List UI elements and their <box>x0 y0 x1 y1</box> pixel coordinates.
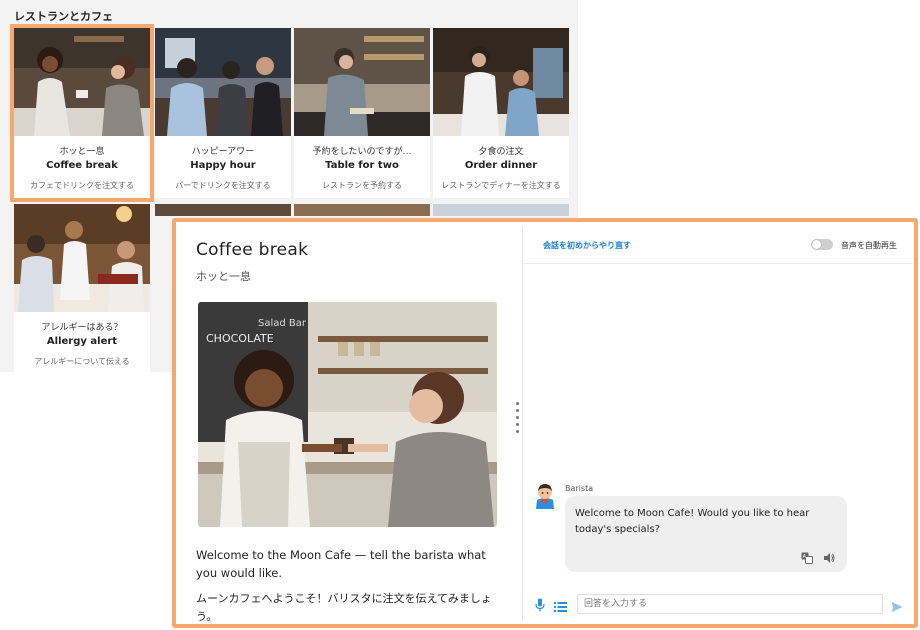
speaker-name: Barista <box>565 484 594 493</box>
card-photo <box>14 204 150 312</box>
chat-message-text: Welcome to Moon Cafe! Would you like to … <box>575 508 810 535</box>
scenario-card-partial[interactable] <box>433 204 569 216</box>
dialog-subtitle: ホッと一息 <box>196 270 251 283</box>
card-title-en: Happy hour <box>190 160 256 171</box>
card-photo <box>155 204 291 216</box>
handle-dot <box>516 423 519 426</box>
card-description: レストランを予約する <box>322 181 402 190</box>
card-photo <box>294 204 430 216</box>
autoplay-audio-toggle[interactable] <box>811 239 833 250</box>
scenario-info-pane: Coffee break ホッと一息 CHOCOLATE Salad Bar W… <box>176 222 514 624</box>
card-photo <box>14 28 150 136</box>
card-description: バーでドリンクを注文する <box>175 181 271 190</box>
card-title-jp: ハッピーアワー <box>191 147 255 157</box>
scenario-card-partial[interactable] <box>155 204 291 216</box>
microphone-icon[interactable] <box>535 597 545 612</box>
dialog-description-jp: ムーンカフェへようこそ！バリスタに注文を伝えてみましょう。 <box>196 592 492 623</box>
list-icon[interactable] <box>554 598 567 612</box>
scenario-card-allergy-alert[interactable]: アレルギーはある？ Allergy alert アレルギーについて伝える <box>14 204 150 372</box>
svg-text:A: A <box>803 554 807 560</box>
scenario-card-order-dinner[interactable]: 夕食の注文 Order dinner レストランでディナーを注文する <box>433 28 569 198</box>
card-description: アレルギーについて伝える <box>34 357 130 366</box>
handle-dot <box>516 402 519 405</box>
pane-resize-handle[interactable] <box>514 402 520 452</box>
toggle-knob <box>812 240 821 249</box>
card-photo <box>433 204 569 216</box>
card-title-jp: 予約をしたいのですが… <box>312 147 412 157</box>
restart-conversation-link[interactable]: 会話を初めからやり直す <box>543 240 631 251</box>
card-title-jp: アレルギーはある？ <box>41 323 123 333</box>
card-title-en: Table for two <box>325 160 399 171</box>
scenario-card-happy-hour[interactable]: ハッピーアワー Happy hour バーでドリンクを注文する <box>155 28 291 198</box>
card-title-jp: ホッと一息 <box>59 147 105 157</box>
chat-input-bar <box>523 590 913 620</box>
svg-text:Salad Bar: Salad Bar <box>258 318 307 329</box>
card-description: レストランでディナーを注文する <box>441 181 561 190</box>
card-photo <box>433 28 569 136</box>
scenario-card-table-for-two[interactable]: 予約をしたいのですが… Table for two レストランを予約する <box>294 28 430 198</box>
section-title: レストランとカフェ <box>14 10 113 23</box>
translate-icon[interactable]: A <box>801 549 813 564</box>
scenario-photo: CHOCOLATE Salad Bar <box>198 302 497 527</box>
handle-dot <box>516 409 519 412</box>
send-icon[interactable] <box>891 598 903 613</box>
card-title-jp: 夕食の注文 <box>478 147 524 157</box>
handle-dot <box>516 416 519 419</box>
card-title-en: Allergy alert <box>46 336 118 347</box>
speaker-icon[interactable] <box>823 549 835 563</box>
card-photo <box>294 28 430 136</box>
card-title-en: Coffee break <box>46 160 118 171</box>
scenario-card-partial[interactable] <box>294 204 430 216</box>
card-title-en: Order dinner <box>464 160 538 171</box>
scenario-dialog: Coffee break ホッと一息 CHOCOLATE Salad Bar W… <box>172 218 918 628</box>
chat-pane: 会話を初めからやり直す 音声を自動再生 Barista Welcome to M… <box>522 226 913 620</box>
answer-input[interactable] <box>577 594 883 614</box>
svg-text:CHOCOLATE: CHOCOLATE <box>206 332 274 345</box>
chat-header: 会話を初めからやり直す 音声を自動再生 <box>523 226 913 264</box>
autoplay-audio-label: 音声を自動再生 <box>841 241 897 250</box>
dialog-title: Coffee break <box>196 240 309 260</box>
barista-avatar <box>533 481 557 509</box>
card-photo <box>155 28 291 136</box>
page: レストランとカフェ ホッと一息 Coffee break カフェでドリンクを注文… <box>0 0 920 630</box>
handle-dot <box>516 430 519 433</box>
dialog-description-en: Welcome to the Moon Cafe — tell the bari… <box>196 548 486 580</box>
card-description: カフェでドリンクを注文する <box>30 181 134 190</box>
chat-message-bubble: Welcome to Moon Cafe! Would you like to … <box>565 496 847 572</box>
scenario-card-coffee-break[interactable]: ホッと一息 Coffee break カフェでドリンクを注文する <box>10 24 154 202</box>
